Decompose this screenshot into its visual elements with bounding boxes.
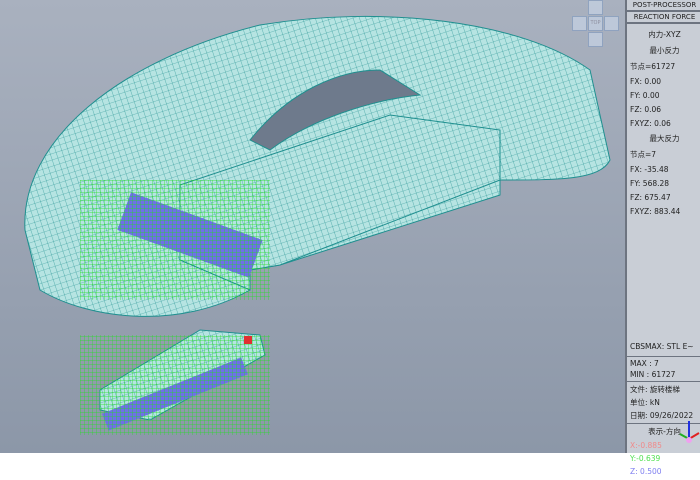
direction-y: Y:-0.639 [630,454,661,463]
view-right-button[interactable] [604,16,619,31]
view-left-button[interactable] [572,16,587,31]
max-node-marker [244,336,252,344]
cbsmax-label: CBSMAX: STL E~ [630,342,694,351]
max-fy: FY: 568.28 [630,179,670,188]
direction-z: Z: 0.500 [630,467,662,476]
min-fz: FZ: 0.06 [630,105,662,114]
panel-mode: REACTION FORCE [627,12,700,24]
min-node-summary: MIN : 61727 [630,370,676,379]
component-label: 内力-XYZ [648,30,681,39]
view-top-button[interactable]: TOP [588,16,603,31]
mesh-model [24,15,611,435]
max-node: 节点=7 [630,150,657,159]
max-fx: FX: -35.48 [630,165,669,174]
min-heading: 最小反力 [649,46,680,55]
model-viewport[interactable]: TOP [0,0,625,453]
file-label: 文件: 旋转楼梯 [630,385,680,394]
axis-triad-icon [679,421,700,443]
reaction-arrows-lower [80,335,270,435]
view-back-button[interactable] [588,32,603,47]
min-fxyz: FXYZ: 0.06 [630,119,671,128]
max-node-summary: MAX : 7 [630,359,659,368]
view-front-button[interactable] [588,0,603,15]
max-fz: FZ: 675.47 [630,193,671,202]
min-node: 节点=61727 [630,62,676,71]
min-fx: FX: 0.00 [630,77,662,86]
panel-title: POST-PROCESSOR [627,0,700,12]
reaction-arrows-upper [80,180,270,300]
max-fxyz: FXYZ: 883.44 [630,207,681,216]
min-fy: FY: 0.00 [630,91,660,100]
view-cube[interactable]: TOP [572,0,619,47]
unit-label: 单位: kN [630,398,660,407]
result-panel: POST-PROCESSOR REACTION FORCE 内力-XYZ 最小反… [625,0,700,476]
max-heading: 最大反力 [649,134,680,143]
